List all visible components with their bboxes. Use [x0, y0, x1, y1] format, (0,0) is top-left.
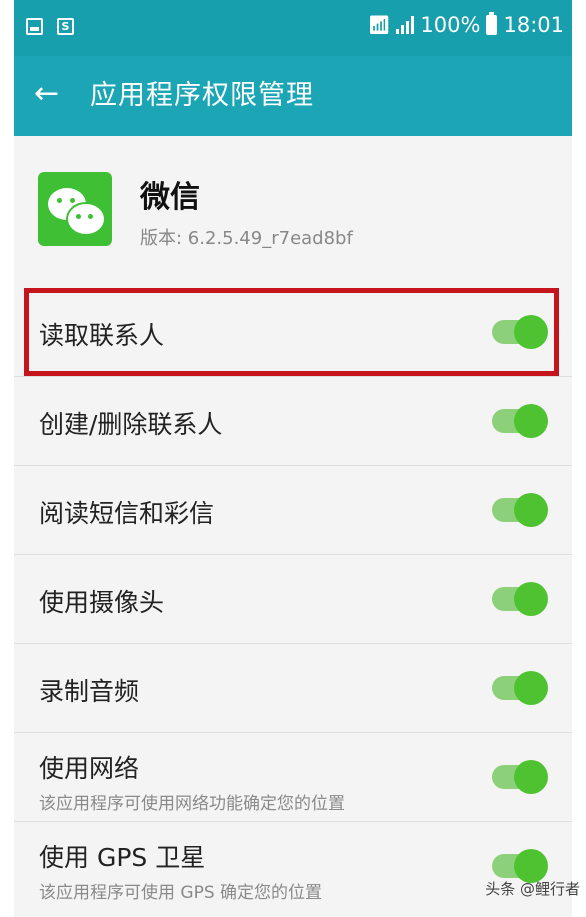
- status-left: S: [26, 18, 74, 35]
- toggle-thumb: [514, 671, 548, 705]
- permission-label: 读取联系人: [39, 321, 165, 350]
- bubble-eye: [57, 198, 62, 203]
- bubble-eye: [70, 198, 75, 203]
- permission-toggle[interactable]: [492, 404, 548, 438]
- page-title: 应用程序权限管理: [90, 80, 314, 111]
- permission-description: 该应用程序可使用网络功能确定您的位置: [39, 794, 345, 814]
- battery-percent: 100%: [420, 13, 481, 37]
- permission-label: 创建/删除联系人: [39, 410, 223, 439]
- permission-label: 阅读短信和彩信: [39, 499, 215, 528]
- toggle-thumb: [514, 760, 548, 794]
- toggle-thumb: [514, 404, 548, 438]
- permission-toggle[interactable]: [492, 671, 548, 705]
- permission-row-camera[interactable]: 使用摄像头: [14, 555, 572, 644]
- notification-s-icon: S: [57, 18, 74, 35]
- bubble-eye: [88, 214, 93, 219]
- signal-icon: [396, 16, 415, 34]
- toggle-thumb: [514, 315, 548, 349]
- app-bar: ← 应用程序权限管理: [14, 56, 572, 136]
- toggle-thumb: [514, 582, 548, 616]
- wechat-icon: [38, 172, 112, 246]
- permission-toggle[interactable]: [492, 582, 548, 616]
- permission-label: 使用网络: [39, 754, 140, 783]
- permission-toggle[interactable]: [492, 493, 548, 527]
- permission-row-edit-contacts[interactable]: 创建/删除联系人: [14, 377, 572, 466]
- phone-screen: S 📶︎ 100% 18:01 ← 应用程序权限管理 微信 版本: 6.2.5.…: [14, 0, 572, 917]
- status-time: 18:01: [503, 13, 564, 37]
- permission-row-network-location[interactable]: 使用网络 该应用程序可使用网络功能确定您的位置: [14, 733, 572, 822]
- permission-toggle[interactable]: [492, 315, 548, 349]
- permission-label: 使用摄像头: [39, 588, 165, 617]
- permission-description: 该应用程序可使用 GPS 确定您的位置: [39, 883, 323, 903]
- toggle-thumb: [514, 493, 548, 527]
- permission-label: 使用 GPS 卫星: [39, 843, 206, 872]
- image-icon: [26, 18, 43, 35]
- bubble-eye: [76, 214, 81, 219]
- app-version: 版本: 6.2.5.49_r7ead8bf: [140, 228, 353, 249]
- permission-list: 读取联系人 创建/删除联系人 阅读短信和彩信 使用摄像头 录制音频 使用网络 该…: [14, 288, 572, 910]
- permission-row-read-sms[interactable]: 阅读短信和彩信: [14, 466, 572, 555]
- status-right: 📶︎ 100% 18:01: [367, 12, 564, 37]
- wechat-bubble-small: [66, 202, 106, 236]
- back-arrow-icon[interactable]: ←: [34, 74, 59, 114]
- permission-toggle[interactable]: [492, 760, 548, 794]
- status-bar: S 📶︎ 100% 18:01: [14, 0, 572, 56]
- app-name: 微信: [140, 180, 200, 215]
- permission-label: 录制音频: [39, 677, 140, 706]
- permission-row-record-audio[interactable]: 录制音频: [14, 644, 572, 733]
- permission-row-read-contacts[interactable]: 读取联系人: [14, 288, 572, 377]
- app-info-header: 微信 版本: 6.2.5.49_r7ead8bf: [14, 136, 572, 276]
- watermark: 头条 @鲤行者: [485, 880, 580, 898]
- battery-icon: [486, 12, 498, 35]
- permission-toggle[interactable]: [492, 849, 548, 883]
- wifi-icon: 📶︎: [367, 14, 391, 36]
